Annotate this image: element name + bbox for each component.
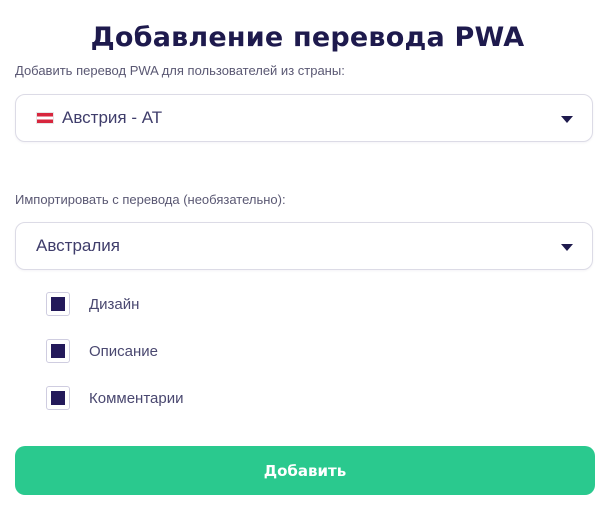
import-select-value: Австралия bbox=[36, 223, 120, 269]
import-select[interactable]: Австралия bbox=[15, 222, 593, 270]
checkbox-box[interactable] bbox=[46, 339, 70, 363]
chevron-down-icon bbox=[561, 116, 573, 123]
checkbox-description[interactable]: Описание bbox=[46, 338, 158, 364]
country-select-value: Австрия - AT bbox=[36, 95, 162, 141]
chevron-down-icon bbox=[561, 244, 573, 251]
checkbox-box[interactable] bbox=[46, 292, 70, 316]
country-field-label: Добавить перевод PWA для пользователей и… bbox=[15, 63, 345, 78]
add-button[interactable]: Добавить bbox=[15, 446, 595, 495]
page-title: Добавление перевода PWA bbox=[90, 22, 525, 53]
checkbox-label: Описание bbox=[89, 342, 159, 360]
checkbox-box[interactable] bbox=[46, 386, 70, 410]
country-select-text: Австрия - AT bbox=[62, 108, 163, 127]
checkbox-label: Комментарии bbox=[89, 389, 184, 407]
checkbox-checked-mark bbox=[51, 297, 65, 311]
country-select[interactable]: Австрия - AT bbox=[15, 94, 593, 142]
checkbox-checked-mark bbox=[51, 391, 65, 405]
flag-austria-icon bbox=[36, 112, 54, 124]
import-field-label: Импортировать с перевода (необязательно)… bbox=[15, 192, 286, 207]
import-select-text: Австралия bbox=[36, 236, 120, 255]
checkbox-design[interactable]: Дизайн bbox=[46, 291, 139, 317]
checkbox-label: Дизайн bbox=[89, 295, 140, 313]
checkbox-comments[interactable]: Комментарии bbox=[46, 385, 183, 411]
checkbox-checked-mark bbox=[51, 344, 65, 358]
